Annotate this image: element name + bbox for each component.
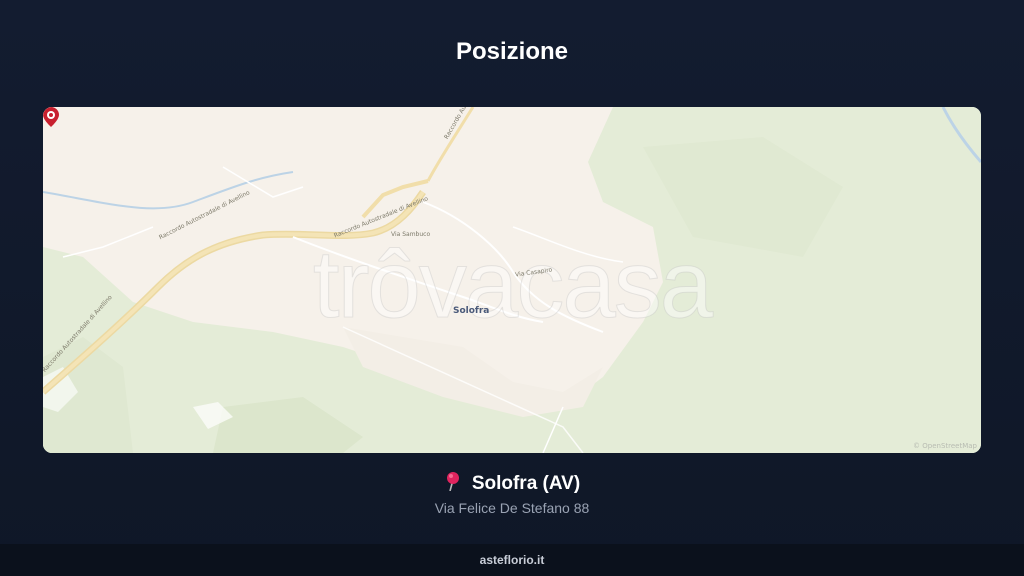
road-label-via-sambuco: Via Sambuco (391, 231, 431, 238)
place-label-solofra: Solofra (453, 306, 490, 316)
location-address: Via Felice De Stefano 88 (434, 500, 590, 516)
location-name: Solofra (AV) (471, 473, 581, 494)
map-watermark: trôvacasa (312, 231, 713, 338)
location-marker-icon[interactable] (43, 107, 59, 127)
location-title: Solofra (AV) (0, 471, 1024, 495)
map-view[interactable]: trôvacasa Raccordo Autostradale di Avell… (43, 107, 981, 453)
footer: asteflorio.it (0, 544, 1024, 576)
map-attribution[interactable]: © OpenStreetMap (913, 442, 977, 450)
footer-site: asteflorio.it (479, 553, 545, 567)
pin-icon (446, 472, 459, 491)
page-title: Posizione (455, 38, 569, 65)
